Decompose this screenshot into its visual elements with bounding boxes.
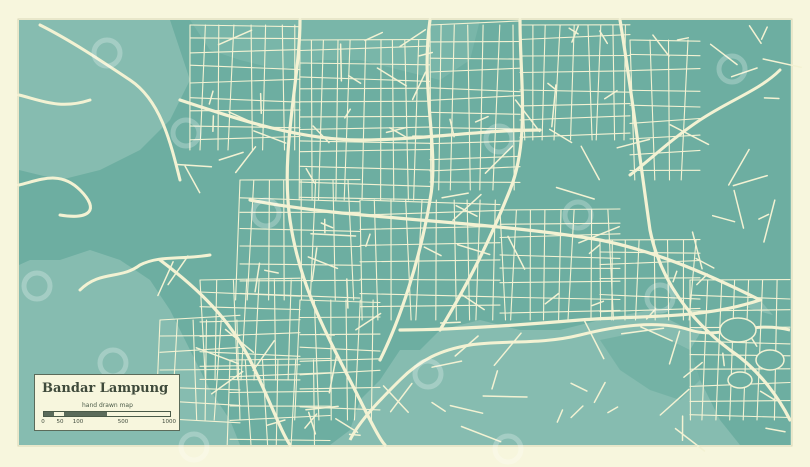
street <box>199 378 301 381</box>
map-frame: Bandar Lampung hand drawn map 0 50 100 5… <box>0 0 810 467</box>
street <box>519 54 631 57</box>
street <box>599 277 701 280</box>
street <box>339 43 343 82</box>
street <box>299 87 431 90</box>
street <box>239 245 361 248</box>
scale-label: 500 <box>117 419 129 425</box>
map-subtitle: hand drawn map <box>82 402 133 409</box>
street <box>763 97 780 100</box>
street <box>259 92 263 115</box>
city-name: Bandar Lampung <box>42 381 169 396</box>
map-legend: Bandar Lampung hand drawn map 0 50 100 5… <box>34 374 180 431</box>
scale-label: 0 <box>41 419 45 425</box>
street <box>283 179 285 301</box>
street <box>590 209 593 321</box>
scale-bar <box>43 411 171 417</box>
scale-segment <box>106 412 170 416</box>
scale-labels: 0 50 100 500 1000 <box>35 419 181 427</box>
street <box>159 368 241 371</box>
scale-segment <box>54 412 65 416</box>
scale-label: 50 <box>56 419 64 425</box>
street <box>189 37 301 40</box>
street <box>310 39 313 201</box>
street <box>299 316 381 319</box>
street <box>212 115 215 133</box>
street <box>435 199 437 321</box>
scale-label: 100 <box>72 419 84 425</box>
street <box>239 279 361 282</box>
street <box>299 115 431 118</box>
scale-label: 1000 <box>162 419 176 425</box>
street <box>299 333 381 336</box>
street <box>299 100 431 103</box>
scale-segment <box>44 412 55 416</box>
street <box>159 334 241 337</box>
street <box>482 395 528 398</box>
scale-segment <box>64 412 107 416</box>
